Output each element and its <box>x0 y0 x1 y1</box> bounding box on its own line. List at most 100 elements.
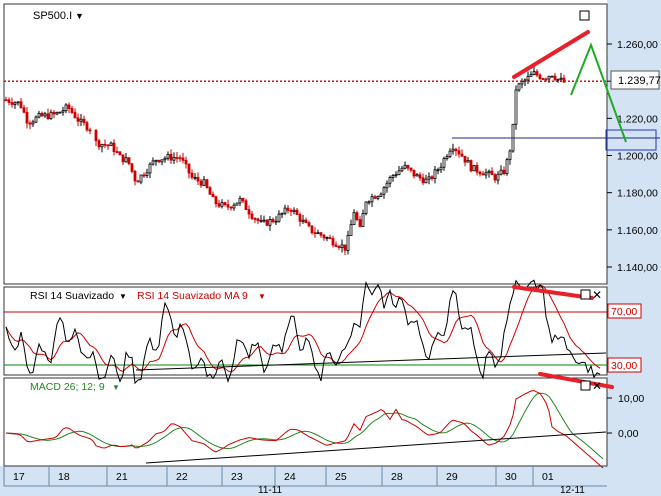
rsi-level-70: 70,00 <box>611 306 637 318</box>
candle-body <box>124 157 128 163</box>
candle-body <box>331 238 335 246</box>
candle-body <box>187 163 191 174</box>
candle-body <box>94 129 98 142</box>
candle-body <box>355 212 359 220</box>
candle-body <box>205 179 209 189</box>
candle-body <box>142 174 146 177</box>
macd-close-icon[interactable]: ✕ <box>592 379 602 393</box>
candle-body <box>268 219 272 226</box>
candle-body <box>322 234 326 239</box>
candle-body <box>229 206 233 209</box>
candle-body <box>493 174 497 181</box>
candle-body <box>517 83 521 91</box>
candle-body <box>379 193 383 197</box>
candle-body <box>406 164 410 169</box>
candle-body <box>70 108 74 113</box>
candle-body <box>223 202 227 206</box>
candle-body <box>418 174 422 179</box>
candle-body <box>412 169 416 177</box>
macd-dropdown-icon[interactable]: ▼ <box>112 383 120 392</box>
candle-body <box>514 89 518 125</box>
candle-body <box>109 142 113 146</box>
rsi-label[interactable]: RSI 14 Suavizado <box>30 290 114 302</box>
candle-body <box>301 219 305 222</box>
candle-body <box>10 102 14 105</box>
candle-body <box>442 158 446 168</box>
candle-body <box>478 171 482 175</box>
candle-body <box>7 99 11 103</box>
candle-body <box>559 77 563 80</box>
price-tick-label: 1.160,00 <box>617 225 658 237</box>
rsi-level-30: 30,00 <box>611 360 637 372</box>
maximize-icon[interactable] <box>579 10 590 21</box>
candle-body <box>13 102 17 105</box>
chart-background <box>0 0 661 496</box>
candle-body <box>466 160 470 163</box>
candle-body <box>256 218 260 222</box>
rsi-dropdown-icon[interactable]: ▼ <box>119 292 127 301</box>
candle-body <box>439 166 443 171</box>
day-label: 21 <box>116 471 128 483</box>
candle-body <box>328 237 332 239</box>
candle-body <box>106 144 110 147</box>
candle-body <box>421 177 425 184</box>
candle-body <box>298 214 302 222</box>
candle-body <box>178 157 182 160</box>
candle-body <box>262 219 266 222</box>
candle-body <box>169 153 173 161</box>
day-label: 01 <box>542 471 554 483</box>
month-label-dec: 12-11 <box>560 485 585 496</box>
candle-body <box>541 78 545 80</box>
symbol-dropdown-icon[interactable]: ▼ <box>75 11 84 21</box>
candle-body <box>313 232 317 235</box>
candle-body <box>460 153 464 157</box>
candle-body <box>427 176 431 180</box>
candle-body <box>52 111 56 115</box>
candle-body <box>214 196 218 205</box>
candle-body <box>325 237 329 239</box>
candle-body <box>151 160 155 165</box>
candle-body <box>547 75 551 80</box>
last-price-value: 1.239,77 <box>618 75 661 87</box>
candle-body <box>280 212 284 215</box>
candle-body <box>550 75 554 78</box>
candle-body <box>433 169 437 179</box>
rsi-maximize-icon[interactable] <box>580 289 591 300</box>
candle-body <box>82 118 86 124</box>
macd-tick-10: 10,00 <box>618 393 644 405</box>
candle-body <box>4 99 8 102</box>
rsi-ma-label[interactable]: RSI 14 Suavizado MA 9 <box>137 290 248 302</box>
macd-maximize-icon[interactable] <box>580 380 591 391</box>
candle-body <box>472 165 476 172</box>
candle-body <box>250 213 254 219</box>
chart-canvas[interactable]: 1.260,001.240,001.220,001.200,001.180,00… <box>0 0 661 496</box>
candle-body <box>295 209 299 215</box>
candle-body <box>484 172 488 176</box>
candle-body <box>241 197 245 202</box>
price-tick-label: 1.180,00 <box>617 188 658 200</box>
day-label: 18 <box>58 471 70 483</box>
candle-body <box>73 112 77 119</box>
symbol-label[interactable]: SP500.I <box>33 10 72 22</box>
candle-body <box>430 176 434 179</box>
candle-body <box>37 112 41 118</box>
candle-body <box>481 173 485 176</box>
candle-body <box>154 159 158 162</box>
candle-body <box>346 235 350 251</box>
rsi-ma-dropdown-icon[interactable]: ▼ <box>258 292 266 301</box>
candle-body <box>244 200 248 210</box>
day-label: 30 <box>505 471 517 483</box>
candle-body <box>22 107 26 113</box>
candle-body <box>100 143 104 148</box>
candle-body <box>373 196 377 199</box>
candle-body <box>400 167 404 172</box>
price-tick-label: 1.200,00 <box>617 151 658 163</box>
rsi-close-icon[interactable]: ✕ <box>592 288 602 302</box>
candle-body <box>502 169 506 175</box>
candle-body <box>226 204 230 208</box>
candle-body <box>319 232 323 236</box>
candle-body <box>19 101 23 109</box>
candle-body <box>181 157 185 161</box>
candle-body <box>40 112 44 117</box>
macd-label[interactable]: MACD 26; 12; 9 <box>30 381 105 393</box>
